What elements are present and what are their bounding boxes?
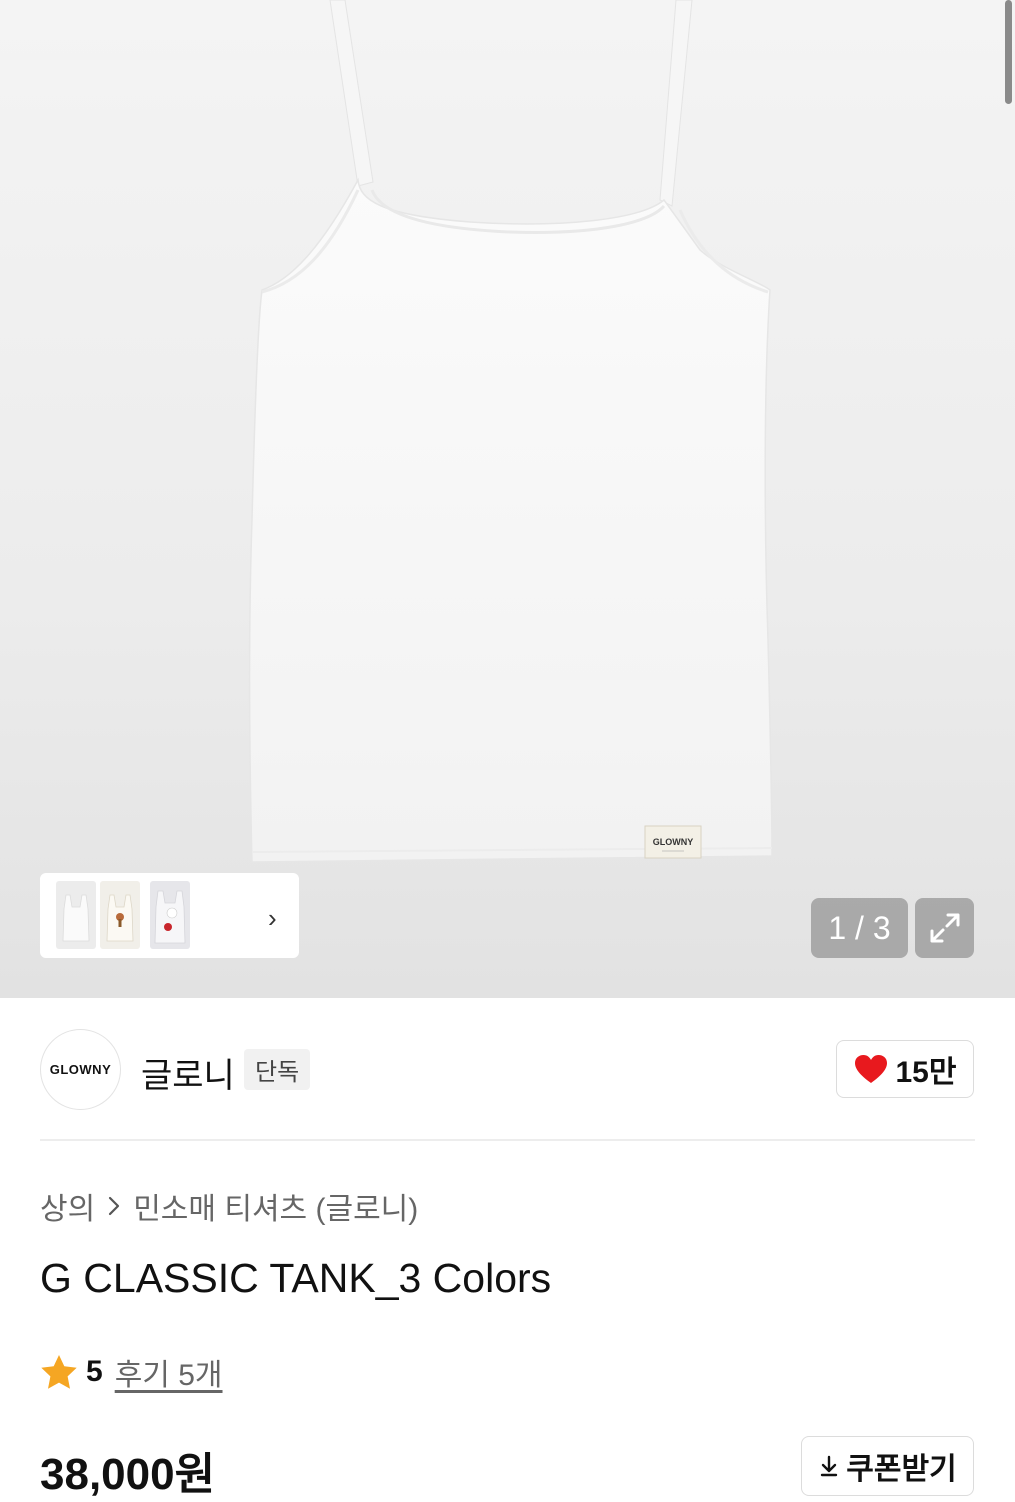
product-title: G CLASSIC TANK_3 Colors <box>40 1255 552 1301</box>
breadcrumb: 상의 민소매 티셔츠 (글로니) <box>40 1184 418 1228</box>
rating-row: 5 후기 5개 <box>40 1350 223 1394</box>
scrollbar[interactable] <box>1005 0 1012 104</box>
divider <box>40 1139 975 1141</box>
brand-logo[interactable]: GLOWNY <box>40 1029 121 1110</box>
product-price: 38,000원 <box>40 1450 216 1499</box>
star-icon <box>41 1355 77 1389</box>
thumbnail-graphic-tank[interactable] <box>100 881 140 949</box>
fullscreen-expand-button[interactable] <box>915 898 974 958</box>
thumbnail-printed-tank[interactable] <box>150 881 190 949</box>
breadcrumb-category[interactable]: 상의 <box>40 1184 95 1228</box>
download-icon <box>821 1455 838 1477</box>
exclusive-badge: 단독 <box>244 1049 311 1090</box>
thumbnail-next-chevron-icon[interactable]: › <box>268 903 277 934</box>
heart-icon <box>854 1055 887 1083</box>
breadcrumb-subcategory[interactable]: 민소매 티셔츠 (글로니) <box>133 1184 418 1228</box>
expand-arrows-icon <box>930 913 959 943</box>
review-count-link[interactable]: 후기 5개 <box>115 1350 223 1394</box>
brand-name[interactable]: 글로니 <box>141 1048 235 1097</box>
rating-score: 5 <box>86 1355 103 1388</box>
thumbnail-strip[interactable] <box>40 873 299 958</box>
thumbnail-white-tank[interactable] <box>56 881 96 949</box>
coupon-button-label: 쿠폰받기 <box>846 1453 957 1486</box>
image-counter-text: 1 / 3 <box>828 909 891 946</box>
like-button[interactable]: 15만 <box>836 1040 974 1098</box>
image-counter: 1 / 3 <box>811 898 908 958</box>
chevron-right-icon <box>109 1196 120 1216</box>
brand-logo-text: GLOWNY <box>49 1062 112 1077</box>
tank-label-text: GLOWNY <box>653 837 694 847</box>
product-image-gallery[interactable]: GLOWNY › 1 / 3 <box>0 0 1015 998</box>
coupon-download-button[interactable]: 쿠폰받기 <box>801 1436 974 1496</box>
product-image: GLOWNY <box>248 0 773 863</box>
like-count: 15만 <box>895 1056 957 1089</box>
